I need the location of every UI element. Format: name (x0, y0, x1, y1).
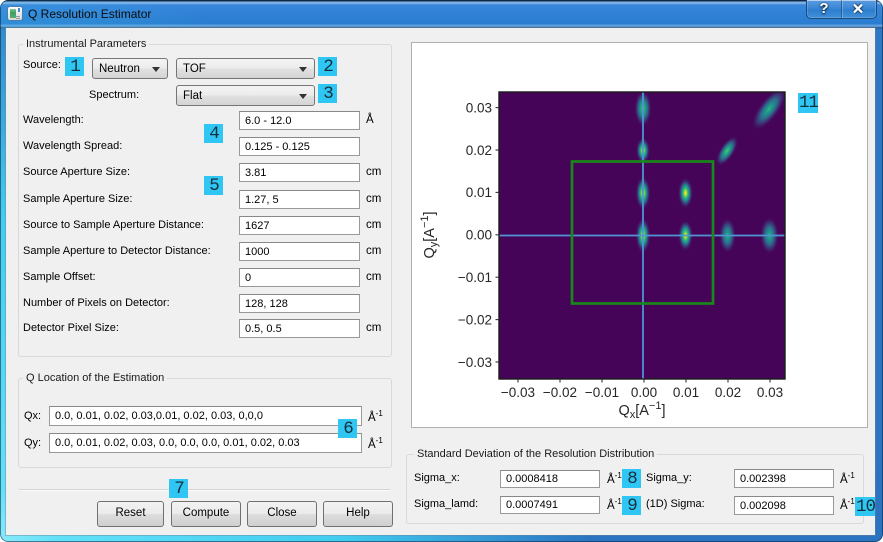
svg-text:0.01: 0.01 (466, 185, 492, 200)
svg-text:0.00: 0.00 (631, 385, 657, 400)
svg-text:−0.01: −0.01 (458, 270, 492, 285)
svg-text:−0.02: −0.02 (543, 385, 577, 400)
svg-text:−0.03: −0.03 (501, 385, 535, 400)
svg-text:0.00: 0.00 (466, 228, 492, 243)
svg-text:Qy[A−1]: Qy[A−1] (419, 211, 440, 258)
svg-text:−0.02: −0.02 (458, 312, 492, 327)
svg-text:−0.03: −0.03 (458, 355, 492, 370)
svg-text:0.02: 0.02 (715, 385, 741, 400)
svg-text:0.03: 0.03 (466, 100, 492, 115)
svg-text:−0.01: −0.01 (585, 385, 619, 400)
svg-text:Qx[A−1]: Qx[A−1] (618, 400, 665, 421)
svg-text:0.01: 0.01 (673, 385, 699, 400)
svg-text:0.02: 0.02 (466, 143, 492, 158)
svg-text:0.03: 0.03 (757, 385, 783, 400)
